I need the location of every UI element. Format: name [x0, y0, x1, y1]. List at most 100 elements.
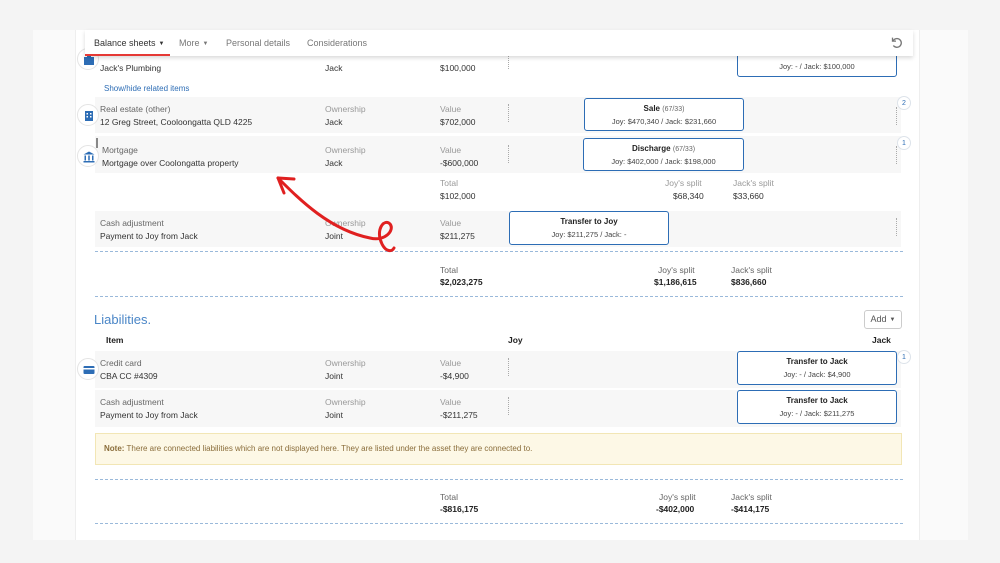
divider [508, 104, 510, 122]
liability-name: Mortgage over Coolongatta property [102, 158, 239, 168]
bank-icon [77, 145, 99, 167]
value-label: Value [440, 145, 462, 155]
divider [508, 56, 510, 69]
caret-down-icon: ▼ [202, 41, 209, 47]
jack-split-label: Jack's split [731, 492, 772, 502]
asset-name: Payment to Joy from Jack [100, 231, 198, 241]
section-divider [95, 479, 903, 480]
annotation-arrow-icon [276, 176, 396, 253]
add-label: Add [870, 314, 887, 324]
asset-row-real-estate[interactable] [95, 97, 901, 133]
asset-owner: Jack [325, 117, 343, 127]
caret-down-icon: ▼ [158, 41, 165, 47]
column-header-item: Item [106, 335, 124, 345]
add-liability-button[interactable]: Add ▼ [864, 310, 902, 329]
top-nav: Balance sheets ▼ More ▼ Personal details C… [85, 30, 913, 56]
ownership-label: Ownership [325, 397, 366, 407]
caret-down-icon: ▼ [889, 317, 896, 323]
connected-liabilities-note: Note: There are connected liabilities wh… [95, 433, 902, 465]
liability-name: Payment to Joy from Jack [100, 410, 198, 420]
total-value: $2,023,275 [440, 277, 483, 287]
asset-value: $702,000 [440, 117, 476, 127]
section-divider [95, 523, 903, 524]
asset-owner: Jack [325, 63, 343, 73]
note-label: Note: [104, 444, 125, 453]
split-title: Transfer to Jack [786, 396, 848, 405]
value-label: Value [440, 358, 462, 368]
tab-label: More [179, 38, 200, 48]
total-label: Total [440, 265, 458, 275]
tab-balance-sheets[interactable]: Balance sheets ▼ [94, 38, 165, 48]
joy-split-value: $68,340 [673, 191, 704, 201]
split-detail: Joy: - / Jack: $4,900 [783, 370, 851, 379]
divider [508, 358, 510, 376]
show-hide-related-link[interactable]: Show/hide related items [104, 84, 189, 93]
joy-split-label: Joy's split [659, 492, 696, 502]
value-label: Value [440, 218, 462, 228]
split-box-real-estate[interactable]: Sale (67/33) Joy: $470,340 / Jack: $231,… [584, 98, 744, 131]
liability-owner: Joint [325, 410, 343, 420]
divider [508, 397, 510, 415]
connector-line [96, 138, 98, 148]
subtotal-label: Total [440, 178, 458, 188]
jack-split-total: $836,660 [731, 277, 767, 287]
joy-split-total: -$402,000 [656, 504, 695, 514]
subtotal-value: $102,000 [440, 191, 476, 201]
note-text: There are connected liabilities which ar… [126, 444, 533, 453]
building-icon [77, 104, 99, 126]
column-header-joy: Joy [508, 335, 523, 345]
divider [896, 146, 898, 164]
split-detail: Joy: - / Jack: $211,275 [779, 409, 855, 418]
split-detail: Joy: $470,340 / Jack: $231,660 [611, 117, 717, 126]
section-divider [95, 251, 903, 252]
asset-type: Cash adjustment [100, 218, 164, 228]
split-title: Transfer to Joy [560, 217, 618, 226]
liability-value: -$4,900 [440, 371, 469, 381]
ownership-label: Ownership [325, 145, 366, 155]
divider [896, 107, 898, 125]
divider [508, 145, 510, 163]
split-ratio: (67/33) [662, 106, 685, 113]
undo-icon[interactable] [889, 35, 903, 49]
ownership-label: Ownership [325, 358, 366, 368]
liability-type: Credit card [100, 358, 142, 368]
total-label: Total [440, 492, 458, 502]
asset-type: Real estate (other) [100, 104, 171, 114]
joy-split-label: Joy's split [665, 178, 702, 188]
jack-split-value: $33,660 [733, 191, 764, 201]
jack-split-label: Jack's split [731, 265, 772, 275]
jack-split-total: -$414,175 [731, 504, 770, 514]
split-title: Sale [643, 104, 661, 113]
split-title: Transfer to Jack [786, 357, 848, 366]
split-box-liability-cash[interactable]: Transfer to Jack Joy: - / Jack: $211,275 [737, 390, 897, 424]
active-tab-indicator [85, 54, 170, 56]
credit-card-icon [77, 358, 99, 380]
liability-type: Cash adjustment [100, 397, 164, 407]
section-title-liabilities: Liabilities. [94, 312, 152, 327]
split-ratio: (67/33) [672, 146, 696, 153]
asset-row-cash-adjustment[interactable] [95, 211, 901, 247]
split-box-credit-card[interactable]: Transfer to Jack Joy: - / Jack: $4,900 [737, 351, 897, 385]
split-box-mortgage[interactable]: Discharge (67/33) Joy: $402,000 / Jack: … [583, 138, 744, 171]
split-detail: Joy: - / Jack: $100,000 [779, 62, 855, 71]
liability-owner: Joint [325, 371, 343, 381]
split-box-cash-adjustment[interactable]: Transfer to Joy Joy: $211,275 / Jack: - [509, 211, 669, 245]
asset-value: $211,275 [440, 231, 475, 241]
asset-value: $100,000 [440, 63, 476, 73]
joy-split-label: Joy's split [658, 265, 695, 275]
asset-name: 12 Greg Street, Cooloongatta QLD 4225 [100, 117, 253, 127]
tab-more[interactable]: More ▼ [179, 38, 208, 48]
section-divider [95, 296, 903, 297]
related-count-badge[interactable]: 1 [897, 350, 911, 364]
tab-considerations[interactable]: Considerations [307, 38, 367, 48]
liability-value: -$600,000 [440, 158, 479, 168]
liability-name: CBA CC #4309 [100, 371, 158, 381]
total-value: -$816,175 [440, 504, 479, 514]
joy-split-total: $1,186,615 [654, 277, 697, 287]
liability-type: Mortgage [102, 145, 138, 155]
related-count-badge[interactable]: 2 [897, 96, 911, 110]
related-count-badge[interactable]: 1 [897, 136, 911, 150]
tab-personal-details[interactable]: Personal details [226, 38, 290, 48]
split-title: Discharge [631, 144, 671, 153]
liability-value: -$211,275 [440, 410, 478, 420]
